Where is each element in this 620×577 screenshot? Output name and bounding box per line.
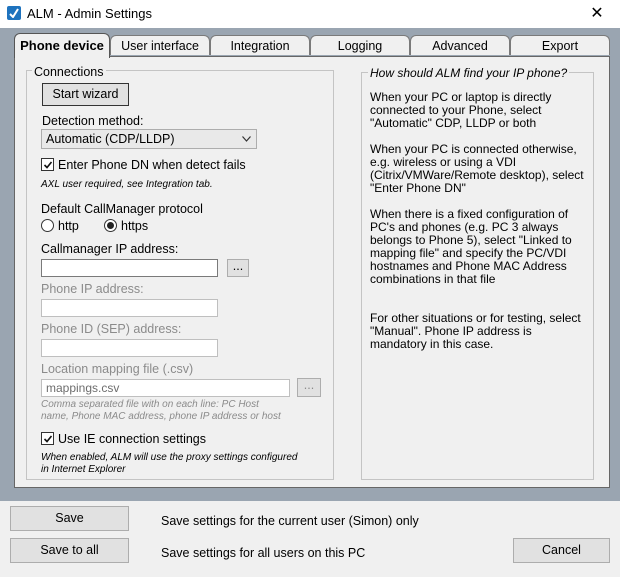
axl-note: AXL user required, see Integration tab. xyxy=(41,179,213,190)
tab-user-interface[interactable]: User interface xyxy=(110,35,210,55)
detection-method-label: Detection method: xyxy=(42,114,144,128)
https-radio-label: https xyxy=(121,219,149,233)
mapping-browse-button[interactable]: ... xyxy=(297,378,321,397)
ie-settings-checkbox[interactable] xyxy=(41,432,54,445)
save-to-all-description: Save settings for all users on this PC xyxy=(161,546,366,560)
radio-selected-dot xyxy=(107,222,114,229)
mapping-file-label: Location mapping file (.csv) xyxy=(41,362,194,376)
window-title: ALM - Admin Settings xyxy=(27,6,152,21)
callmanager-browse-button[interactable]: ... xyxy=(227,259,249,277)
checkmark-icon xyxy=(43,435,53,443)
protocol-label: Default CallManager protocol xyxy=(41,202,203,216)
detection-method-select[interactable]: Automatic (CDP/LLDP) xyxy=(41,129,257,149)
connections-group-title: Connections xyxy=(32,65,106,79)
mapping-note-line-2: name, Phone MAC address, phone IP addres… xyxy=(41,411,281,422)
save-button[interactable]: Save xyxy=(10,506,129,531)
help-paragraph-mapping: When there is a fixed configuration of P… xyxy=(370,207,572,286)
checkmark-icon xyxy=(43,161,53,169)
tab-integration[interactable]: Integration xyxy=(210,35,310,55)
start-wizard-button[interactable]: Start wizard xyxy=(42,83,129,106)
help-title: How should ALM find your IP phone? xyxy=(368,66,570,80)
alm-app-icon xyxy=(7,6,21,20)
help-paragraph-enter-dn: When your PC is connected otherwise, e.g… xyxy=(370,142,584,195)
detection-method-value: Automatic (CDP/LLDP) xyxy=(46,132,175,146)
help-paragraph-automatic: When your PC or laptop is directly conne… xyxy=(370,90,552,130)
mapping-file-input[interactable]: mappings.csv xyxy=(41,379,290,397)
mapping-note-line-1: Comma separated file with on each line: … xyxy=(41,399,259,410)
tab-logging[interactable]: Logging xyxy=(310,35,410,55)
https-radio[interactable] xyxy=(104,219,117,232)
http-radio[interactable] xyxy=(41,219,54,232)
phone-id-label: Phone ID (SEP) address: xyxy=(41,322,182,336)
callmanager-ip-input[interactable] xyxy=(41,259,218,277)
help-paragraph-manual: For other situations or for testing, sel… xyxy=(370,311,581,351)
ie-note-line-2: in Internet Explorer xyxy=(41,464,126,475)
chevron-down-icon xyxy=(242,136,251,142)
phone-id-input[interactable] xyxy=(41,339,218,357)
save-description: Save settings for the current user (Simo… xyxy=(161,514,419,528)
phone-ip-label: Phone IP address: xyxy=(41,282,144,296)
tab-advanced[interactable]: Advanced xyxy=(410,35,510,55)
ie-settings-label: Use IE connection settings xyxy=(58,432,206,446)
cancel-button[interactable]: Cancel xyxy=(513,538,610,563)
title-bar: ALM - Admin Settings ✕ xyxy=(0,0,620,28)
callmanager-ip-label: Callmanager IP address: xyxy=(41,242,179,256)
save-to-all-button[interactable]: Save to all xyxy=(10,538,129,563)
tab-export[interactable]: Export xyxy=(510,35,610,55)
enter-dn-checkbox[interactable] xyxy=(41,158,54,171)
close-icon[interactable]: ✕ xyxy=(574,0,620,28)
tab-phone-device[interactable]: Phone device xyxy=(14,33,110,58)
ie-note-line-1: When enabled, ALM will use the proxy set… xyxy=(41,452,298,463)
enter-dn-label: Enter Phone DN when detect fails xyxy=(58,158,246,172)
http-radio-label: http xyxy=(58,219,79,233)
phone-ip-input[interactable] xyxy=(41,299,218,317)
